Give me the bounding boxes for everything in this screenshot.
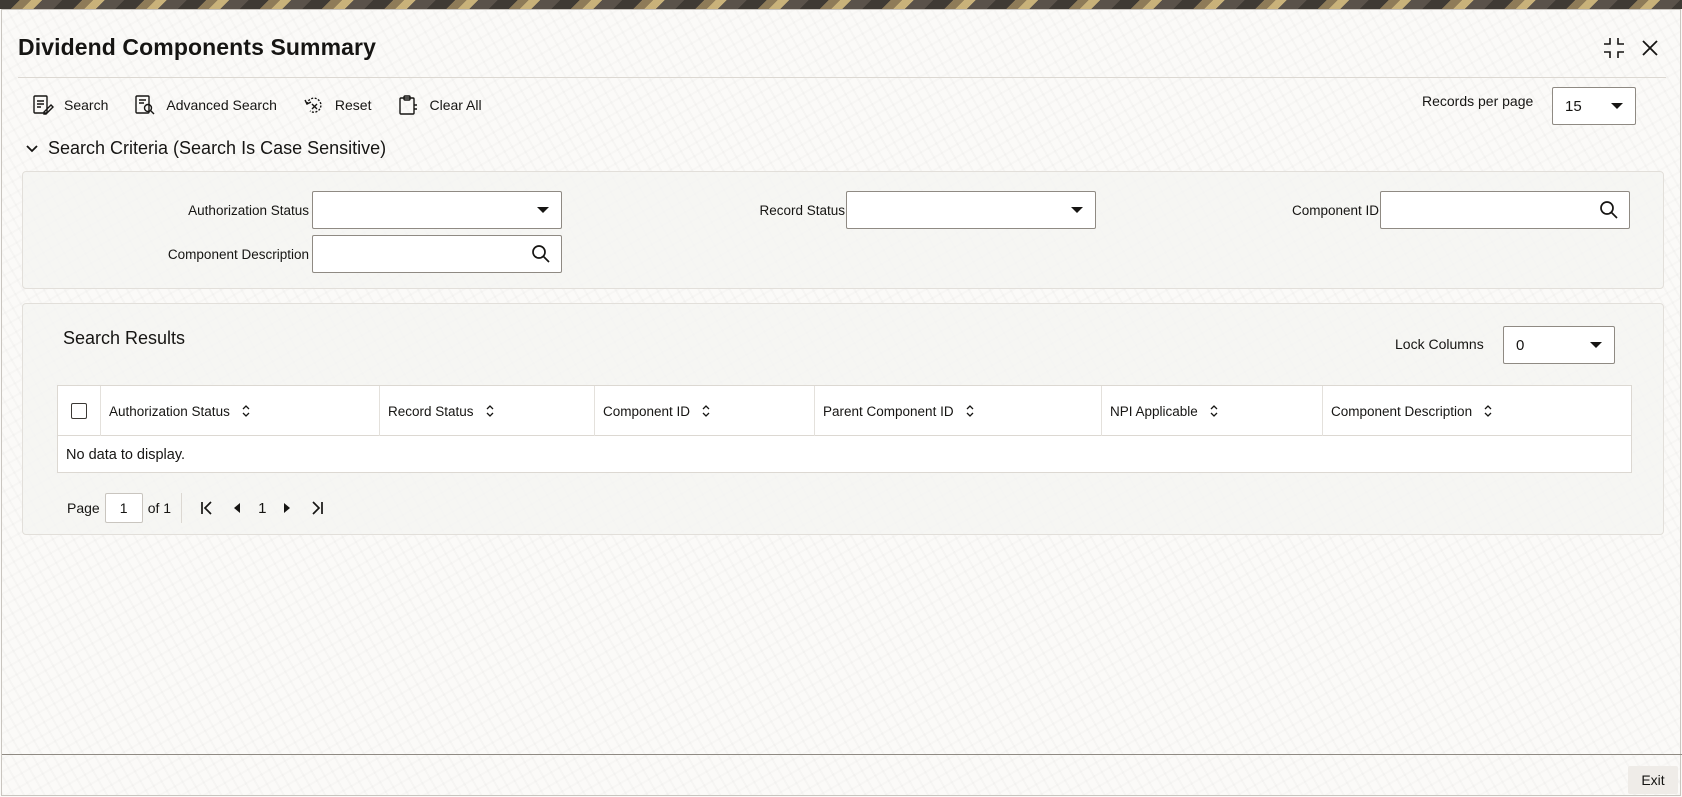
chevron-down-icon xyxy=(1611,103,1623,109)
summary-window: Dividend Components Summary Search Advan… xyxy=(1,9,1682,796)
sort-icon[interactable] xyxy=(964,404,976,418)
footer-divider xyxy=(2,754,1682,755)
expand-button[interactable] xyxy=(1602,36,1626,60)
record-status-select[interactable] xyxy=(846,191,1096,229)
results-table: Authorization Status Record Status Compo… xyxy=(57,385,1632,473)
component-description-input[interactable] xyxy=(312,235,562,273)
component-id-label: Component ID xyxy=(1291,203,1379,218)
clipboard-icon xyxy=(399,95,418,115)
column-label: NPI Applicable xyxy=(1110,403,1198,419)
table-header: Authorization Status Record Status Compo… xyxy=(58,386,1631,436)
close-button[interactable] xyxy=(1638,36,1662,60)
page-label: Page xyxy=(67,500,100,516)
select-all-cell xyxy=(58,386,100,436)
lock-columns-select[interactable]: 0 xyxy=(1503,326,1615,364)
component-description-label: Component Description xyxy=(167,247,309,262)
sort-icon[interactable] xyxy=(484,404,496,418)
reset-button[interactable]: Reset xyxy=(303,94,372,116)
search-results-title: Search Results xyxy=(63,328,186,348)
previous-page-icon[interactable] xyxy=(228,499,246,517)
toolbar: Search Advanced Search Reset Clear All xyxy=(32,90,508,120)
sort-icon[interactable] xyxy=(240,404,252,418)
empty-table-message: No data to display. xyxy=(66,447,186,463)
column-parent-component-id[interactable]: Parent Component ID xyxy=(814,386,1101,436)
sort-icon[interactable] xyxy=(1208,404,1220,418)
reset-icon xyxy=(304,97,322,113)
page-total-label: of 1 xyxy=(147,500,172,516)
column-component-description[interactable]: Component Description xyxy=(1322,386,1631,436)
authorization-status-label: Authorization Status xyxy=(188,203,309,218)
column-label: Component ID xyxy=(603,403,691,419)
search-icon[interactable] xyxy=(531,244,551,264)
select-all-checkbox[interactable] xyxy=(71,403,87,419)
records-per-page-label: Records per page xyxy=(1422,93,1534,109)
title-divider xyxy=(18,77,1666,78)
first-page-icon[interactable] xyxy=(198,499,216,517)
records-per-page-value: 15 xyxy=(1565,97,1582,115)
search-criteria-panel: Authorization Status Record Status Compo… xyxy=(22,171,1664,289)
column-label: Parent Component ID xyxy=(823,403,954,419)
advanced-search-label: Advanced Search xyxy=(166,97,277,113)
search-icon[interactable] xyxy=(1599,200,1619,220)
reset-label: Reset xyxy=(334,97,372,113)
authorization-status-select[interactable] xyxy=(312,191,562,229)
advanced-search-button[interactable]: Advanced Search xyxy=(134,94,277,116)
search-button[interactable]: Search xyxy=(32,94,108,116)
page-title: Dividend Components Summary xyxy=(18,34,376,60)
lock-columns-label: Lock Columns xyxy=(1395,336,1484,352)
clear-all-label: Clear All xyxy=(429,97,482,113)
column-authorization-status[interactable]: Authorization Status xyxy=(100,386,379,436)
exit-button[interactable]: Exit xyxy=(1628,766,1678,794)
next-page-icon[interactable] xyxy=(278,499,296,517)
search-button-label: Search xyxy=(64,97,109,113)
last-page-icon[interactable] xyxy=(308,499,326,517)
column-label: Authorization Status xyxy=(109,403,230,419)
sort-icon[interactable] xyxy=(1482,404,1494,418)
search-criteria-title: Search Criteria (Search Is Case Sensitiv… xyxy=(48,138,387,158)
chevron-down-icon xyxy=(1071,207,1083,213)
chevron-down-icon xyxy=(537,207,549,213)
search-results-panel: Search Results Lock Columns 0 Authorizat… xyxy=(22,303,1664,535)
search-criteria-toggle[interactable]: Search Criteria (Search Is Case Sensitiv… xyxy=(24,138,386,159)
chevron-down-icon xyxy=(1590,342,1602,348)
pagination: Page 1 of 1 1 xyxy=(67,492,332,524)
pager-divider xyxy=(181,493,183,523)
column-label: Component Description xyxy=(1331,403,1473,419)
sort-icon[interactable] xyxy=(700,404,712,418)
lock-columns-value: 0 xyxy=(1516,336,1525,354)
column-record-status[interactable]: Record Status xyxy=(379,386,594,436)
clear-all-button[interactable]: Clear All xyxy=(397,94,482,116)
record-status-label: Record Status xyxy=(759,203,845,218)
column-npi-applicable[interactable]: NPI Applicable xyxy=(1101,386,1322,436)
component-id-input[interactable] xyxy=(1380,191,1630,229)
search-doc-icon xyxy=(33,95,54,115)
chevron-down-icon xyxy=(26,144,38,152)
records-per-page-select[interactable]: 15 xyxy=(1552,87,1636,125)
column-component-id[interactable]: Component ID xyxy=(594,386,814,436)
close-icon xyxy=(1642,40,1658,56)
page-number-value: 1 xyxy=(119,500,128,516)
page-number-input[interactable]: 1 xyxy=(104,493,143,523)
expand-icon xyxy=(1604,38,1624,58)
top-banner-strip xyxy=(0,0,1682,9)
current-page-number[interactable]: 1 xyxy=(258,500,266,517)
column-label: Record Status xyxy=(388,403,474,419)
advanced-search-icon xyxy=(135,95,155,115)
